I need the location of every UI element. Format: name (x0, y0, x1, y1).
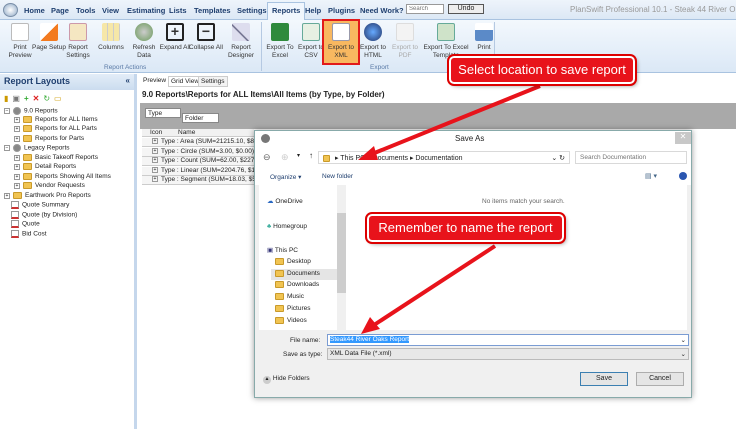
arrow-to-location (371, 84, 541, 156)
arrow-to-filename (372, 244, 497, 327)
arrowhead-icon (361, 317, 380, 334)
callout-name-report: Remember to name the report (365, 212, 566, 244)
arrowhead-icon (358, 146, 378, 160)
callout-select-location: Select location to save report (447, 54, 637, 86)
